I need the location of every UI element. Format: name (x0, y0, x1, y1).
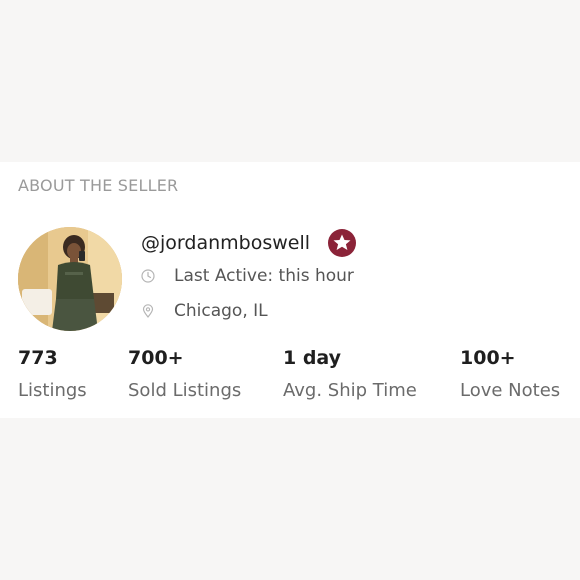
stat-label: Avg. Ship Time (283, 380, 417, 401)
location-row: Chicago, IL (141, 301, 268, 321)
clock-icon (141, 269, 155, 283)
location-pin-icon (142, 304, 154, 318)
stat-listings[interactable]: 773 Listings (18, 346, 87, 402)
avatar-photo (18, 227, 122, 331)
stat-value: 100+ (460, 347, 516, 369)
star-badge-icon (328, 229, 357, 257)
stat-label: Sold Listings (128, 380, 242, 401)
about-seller-card: ABOUT THE SELLER @jordanmboswell Last Ac… (0, 162, 580, 418)
page: ABOUT THE SELLER @jordanmboswell Last Ac… (0, 0, 580, 580)
last-active-text: Last Active: this hour (174, 266, 354, 286)
seller-handle[interactable]: @jordanmboswell (141, 232, 310, 254)
stat-sold-listings[interactable]: 700+ Sold Listings (128, 346, 241, 402)
stat-value: 1 day (283, 347, 342, 369)
section-title: ABOUT THE SELLER (18, 176, 179, 195)
stat-label: Love Notes (460, 380, 561, 401)
stat-value: 773 (18, 347, 58, 369)
stat-label: Listings (18, 380, 87, 401)
last-active-row: Last Active: this hour (141, 266, 354, 286)
seller-stats: 773 Listings 700+ Sold Listings 1 day Av… (0, 346, 580, 406)
stat-value: 700+ (128, 347, 184, 369)
stat-love-notes[interactable]: 100+ Love Notes (460, 346, 560, 402)
seller-name-row: @jordanmboswell (141, 228, 357, 258)
avatar[interactable] (18, 227, 122, 331)
stat-ship-time: 1 day Avg. Ship Time (283, 346, 417, 402)
location-text: Chicago, IL (174, 301, 268, 321)
